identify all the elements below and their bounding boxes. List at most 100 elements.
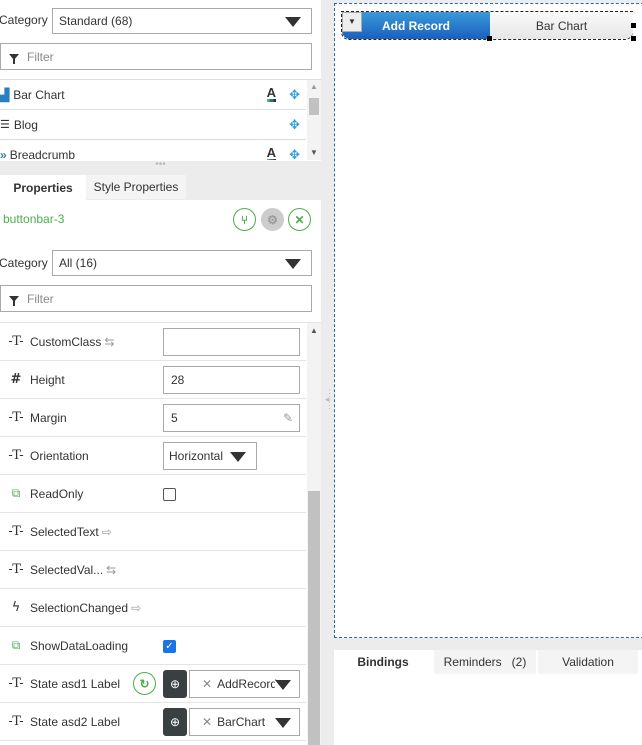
close-icon[interactable]: ✕ <box>288 208 311 231</box>
state-value: BarChart <box>217 715 266 729</box>
category-value: All (16) <box>59 256 98 270</box>
property-name: State asd2 Label <box>30 714 121 729</box>
pencil-icon[interactable]: ✎ <box>283 411 293 425</box>
property-name: Margin <box>30 410 67 425</box>
buttonbar-3[interactable]: Add Record Bar Chart ▼ <box>341 11 636 41</box>
filter-icon <box>9 295 19 306</box>
toolbox-item-blog[interactable]: ☰ Blog ✥ <box>0 110 306 140</box>
selected-control-name: buttonbar-3 <box>3 212 65 226</box>
filter-placeholder: Filter <box>27 291 54 306</box>
boolean-type-icon: ⧉ <box>11 638 21 652</box>
style-icon[interactable]: A <box>266 86 276 102</box>
globe-icon[interactable]: ⊕ <box>163 670 187 698</box>
move-icon[interactable]: ✥ <box>289 87 300 103</box>
splitter-handle[interactable]: ••• <box>0 160 321 175</box>
text-type-icon: -T- <box>8 448 24 463</box>
property-name: ShowDataLoading <box>30 638 129 653</box>
two-way-binding-icon: ⇆ <box>106 562 117 577</box>
clear-icon[interactable]: ✕ <box>202 677 212 691</box>
toolbox-list: ▟ Bar Chart A ✥ ☰ Blog ✥ » Breadcrumb A ✥ ▲ ▼ <box>0 79 321 160</box>
scroll-thumb[interactable] <box>309 98 319 115</box>
property-row-orientation: -T- Orientation Horizontal <box>0 437 306 475</box>
properties-category-select[interactable]: All (16) <box>52 250 312 276</box>
margin-input[interactable]: 5 ✎ <box>163 404 300 432</box>
item-label: Breadcrumb <box>9 147 76 161</box>
tab-reminders[interactable]: Reminders (2) <box>434 650 536 674</box>
scroll-up-icon[interactable]: ▲ <box>310 82 318 91</box>
orientation-select[interactable]: Horizontal <box>163 442 257 470</box>
readonly-checkbox[interactable] <box>163 488 176 501</box>
two-way-binding-icon: ⇆ <box>104 334 115 349</box>
tab-bindings[interactable]: Bindings <box>334 650 432 674</box>
toolbox-item-breadcrumb[interactable]: » Breadcrumb A ✥ <box>0 140 306 160</box>
move-icon[interactable]: ✥ <box>289 117 300 133</box>
showdataloading-checkbox[interactable]: ✓ <box>163 640 176 653</box>
margin-value: 5 <box>171 411 178 425</box>
reset-icon[interactable]: ↻ <box>133 672 156 695</box>
category-value: Standard (68) <box>59 14 133 28</box>
height-input[interactable]: 28 <box>163 366 300 394</box>
text-type-icon: -T- <box>8 714 24 729</box>
state-asd1-select[interactable]: ✕ AddRecord <box>189 670 300 698</box>
toolbox-filter-input[interactable]: Filter <box>0 43 312 70</box>
resize-handle[interactable] <box>631 23 636 28</box>
panel-resize-handle[interactable]: ⋮ ◂ ⋮ <box>325 389 334 410</box>
property-name: State asd1 Label <box>30 676 121 691</box>
property-name: SelectedVal... <box>30 562 104 577</box>
property-row-height: # Height 28 <box>0 361 306 399</box>
resize-handle[interactable] <box>631 36 636 41</box>
property-name: ReadOnly <box>30 486 84 501</box>
scroll-down-icon[interactable]: ▼ <box>310 148 318 157</box>
text-type-icon: -T- <box>8 410 24 425</box>
add-record-button[interactable]: Add Record <box>342 12 490 39</box>
chevron-down-icon <box>275 680 291 690</box>
property-row-state-asd1-label: -T- State asd1 Label ↻ ⊕ ✕ AddRecord <box>0 665 306 703</box>
text-type-icon: -T- <box>8 334 24 349</box>
tab-style-properties[interactable]: Style Properties <box>86 175 186 199</box>
toolbox-item-bar-chart[interactable]: ▟ Bar Chart A ✥ <box>0 80 306 110</box>
resize-handle[interactable] <box>487 36 492 41</box>
tab-properties[interactable]: Properties <box>0 175 86 200</box>
text-type-icon: -T- <box>8 524 24 539</box>
menu-dropdown-icon[interactable]: ▼ <box>342 12 362 32</box>
design-canvas: Add Record Bar Chart ▼ <box>334 3 642 638</box>
chevron-down-icon <box>285 259 301 269</box>
customclass-input[interactable] <box>163 328 300 356</box>
style-icon[interactable]: A <box>266 146 276 160</box>
output-binding-icon: ⇨ <box>131 600 142 615</box>
toolbox-category-select[interactable]: Standard (68) <box>52 8 312 34</box>
properties-filter-input[interactable]: Filter <box>0 285 312 312</box>
output-binding-icon: ⇨ <box>101 524 112 539</box>
share-icon[interactable]: ⑂ <box>233 208 256 231</box>
toolbox-scrollbar[interactable]: ▲ ▼ <box>307 80 321 160</box>
property-row-selectionchanged: ϟ SelectionChanged ⇨ <box>0 589 306 627</box>
number-type-icon: # <box>10 372 22 387</box>
bar-chart-icon: ▟ <box>0 87 10 102</box>
orientation-value: Horizontal <box>169 449 224 463</box>
clear-icon[interactable]: ✕ <box>202 715 212 729</box>
chevron-down-icon <box>230 452 246 462</box>
chevron-down-icon <box>285 17 301 27</box>
reminders-label: Reminders <box>443 655 502 669</box>
gear-icon[interactable]: ⚙ <box>261 208 284 231</box>
move-icon[interactable]: ✥ <box>289 147 300 161</box>
event-lightning-icon: ϟ <box>11 600 21 615</box>
property-row-selectedvalue: -T- SelectedVal... ⇆ <box>0 551 306 589</box>
left-panel: Category Standard (68) Filter ▟ Bar Chart… <box>0 0 321 745</box>
bar-chart-button[interactable]: Bar Chart <box>490 12 633 39</box>
state-asd2-select[interactable]: ✕ BarChart <box>189 708 300 736</box>
property-row-readonly: ⧉ ReadOnly <box>0 475 306 513</box>
properties-scrollbar[interactable]: ▲ <box>307 323 321 745</box>
property-row-selectedtext: -T- SelectedText ⇨ <box>0 513 306 551</box>
breadcrumb-icon: » <box>0 147 7 161</box>
property-row-customclass: -T- CustomClass ⇆ <box>0 323 306 361</box>
category-label: Category <box>0 13 48 27</box>
globe-icon[interactable]: ⊕ <box>163 708 187 736</box>
tab-validation[interactable]: Validation <box>538 650 638 674</box>
scroll-thumb[interactable] <box>308 491 320 745</box>
text-type-icon: -T- <box>8 676 24 691</box>
scroll-up-icon[interactable]: ▲ <box>310 326 318 335</box>
bottom-panel: Bindings Reminders (2) Validation <box>334 650 642 745</box>
properties-list: -T- CustomClass ⇆ # Height 28 -T- Margin 5 ✎ -T… <box>0 322 321 745</box>
state-value: AddRecord <box>217 677 278 691</box>
